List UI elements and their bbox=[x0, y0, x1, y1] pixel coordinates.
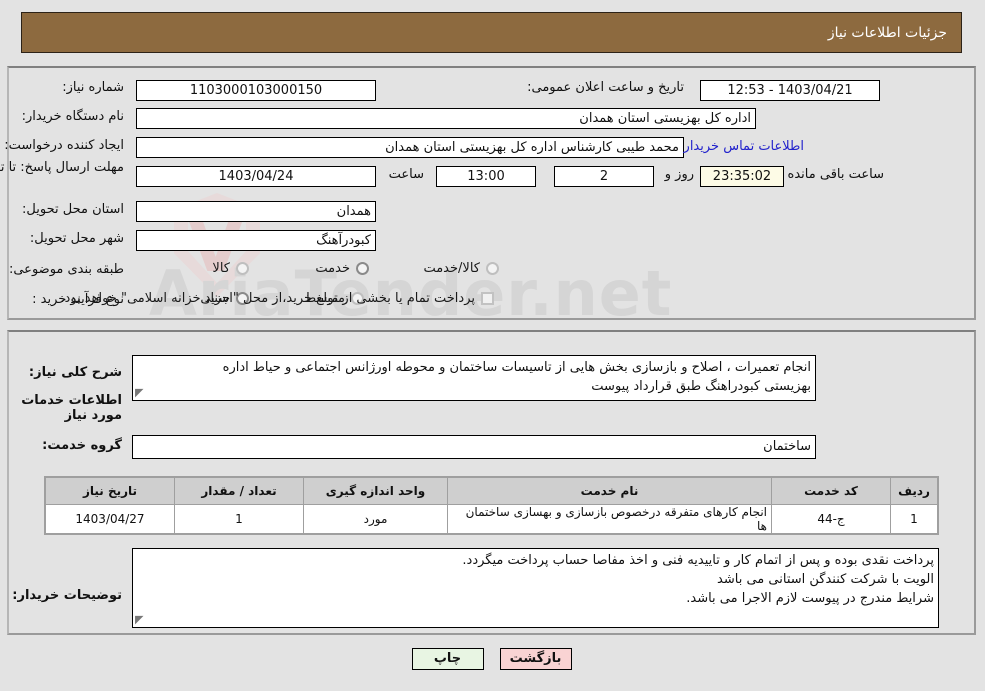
announce-datetime-label-row: تاریخ و ساعت اعلان عمومی: bbox=[528, 80, 685, 95]
city-field[interactable]: کبودرآهنگ bbox=[137, 230, 377, 251]
deadline-time-label: ساعت bbox=[389, 167, 425, 182]
need-number-label: شماره نیاز: bbox=[63, 80, 125, 95]
city-label: شهر محل تحویل: bbox=[30, 231, 125, 246]
cell-date: 1403/04/27 bbox=[46, 504, 176, 534]
creator-field[interactable]: محمد طیبی کارشناس اداره کل بهزیستی استان… bbox=[137, 137, 685, 158]
service-group-label: گروه خدمت: bbox=[43, 438, 123, 453]
notes-line-0: پرداخت نقدی بوده و پس از اتمام کار و تای… bbox=[463, 553, 935, 568]
table-header-row: ردیف کد خدمت نام خدمت واحد اندازه گیری ت… bbox=[46, 477, 939, 505]
buyer-notes-textarea[interactable]: پرداخت نقدی بوده و پس از اتمام کار و تای… bbox=[133, 548, 940, 628]
remaining-days-field[interactable]: 2 bbox=[555, 166, 655, 187]
radio-kala-icon[interactable] bbox=[237, 262, 250, 275]
deadline-date-field[interactable]: 1403/04/24 bbox=[137, 166, 377, 187]
table-row: 1 ج-44 انجام کارهای متفرقه درخصوص بازساز… bbox=[46, 504, 939, 534]
notes-label-row: توضیحات خریدار: bbox=[13, 588, 123, 603]
description-textarea[interactable]: انجام تعمیرات ، اصلاح و بازسازی بخش هایی… bbox=[133, 355, 817, 401]
service-info-heading: اطلاعات خدمات مورد نیاز bbox=[22, 393, 123, 423]
notes-line-2: شرایط مندرج در پیوست لازم الاجرا می باشد… bbox=[687, 591, 935, 606]
treasury-checkbox-label: پرداخت تمام یا بخشی از مبلغ خرید،از محل … bbox=[61, 291, 476, 306]
resize-grip-icon[interactable]: ◥ bbox=[136, 613, 148, 626]
buyer-contact-link[interactable]: اطلاعات تماس خریدار bbox=[685, 139, 805, 154]
category-option-label-2: کالا/خدمت bbox=[424, 261, 481, 276]
category-label-row: طبقه بندی موضوعی: bbox=[10, 262, 125, 277]
category-option-label-1: خدمت bbox=[316, 261, 351, 276]
category-option-label-0: کالا bbox=[213, 261, 231, 276]
remaining-countdown-field: 23:35:02 bbox=[701, 166, 785, 187]
treasury-checkbox-row[interactable]: پرداخت تمام یا بخشی از مبلغ خرید،از محل … bbox=[61, 291, 495, 306]
service-group-label-row: گروه خدمت: bbox=[43, 438, 123, 453]
radio-kala-khedmat-icon[interactable] bbox=[487, 262, 500, 275]
buyer-org-label: نام دستگاه خریدار: bbox=[22, 109, 125, 124]
remaining-days-label: روز و bbox=[665, 167, 695, 182]
back-button[interactable]: بازگشت bbox=[500, 648, 573, 670]
remaining-suffix-label: ساعت باقی مانده bbox=[788, 167, 885, 182]
buyer-org-field[interactable]: اداره کل بهزیستی استان همدان bbox=[137, 108, 757, 129]
deadline-time-field[interactable]: 13:00 bbox=[437, 166, 537, 187]
province-label: استان محل تحویل: bbox=[23, 202, 125, 217]
deadline-time-label-row: ساعت bbox=[390, 167, 425, 182]
description-label-row: شرح کلی نیاز: bbox=[30, 365, 123, 380]
treasury-checkbox-icon[interactable] bbox=[482, 292, 495, 305]
announce-datetime-field[interactable]: 1403/04/21 - 12:53 bbox=[701, 80, 881, 101]
remaining-suffix-row: ساعت باقی مانده bbox=[789, 167, 885, 182]
need-number-label-row: شماره نیاز: bbox=[63, 80, 125, 95]
print-button[interactable]: چاپ bbox=[412, 648, 485, 670]
remaining-days-label-row: روز و bbox=[666, 167, 695, 182]
announce-datetime-label: تاریخ و ساعت اعلان عمومی: bbox=[528, 80, 685, 95]
page-title-text: جزئیات اطلاعات نیاز bbox=[828, 24, 948, 41]
column-header-date: تاریخ نیاز bbox=[46, 477, 176, 505]
column-header-unit: واحد اندازه گیری bbox=[304, 477, 449, 505]
service-group-field[interactable]: ساختمان bbox=[133, 435, 817, 459]
category-option-khedmat[interactable]: خدمت bbox=[316, 261, 370, 276]
services-table: ردیف کد خدمت نام خدمت واحد اندازه گیری ت… bbox=[45, 476, 940, 535]
creator-label: ایجاد کننده درخواست: bbox=[5, 138, 125, 153]
column-header-name: نام خدمت bbox=[448, 477, 773, 505]
footer-button-bar: بازگشت چاپ bbox=[0, 648, 985, 670]
notes-label: توضیحات خریدار: bbox=[13, 588, 123, 603]
category-label: طبقه بندی موضوعی: bbox=[9, 262, 125, 277]
cell-unit: مورد bbox=[304, 504, 449, 534]
province-label-row: استان محل تحویل: bbox=[23, 202, 125, 217]
province-field[interactable]: همدان bbox=[137, 201, 377, 222]
page-title: جزئیات اطلاعات نیاز bbox=[22, 12, 963, 53]
column-header-index: ردیف bbox=[891, 477, 939, 505]
column-header-quantity: تعداد / مقدار bbox=[175, 477, 305, 505]
cell-name: انجام کارهای متفرقه درخصوص بازسازی و بهس… bbox=[448, 504, 773, 534]
cell-quantity: 1 bbox=[175, 504, 305, 534]
category-option-kala[interactable]: کالا bbox=[213, 261, 250, 276]
deadline-label: مهلت ارسال پاسخ: تا تاریخ: bbox=[0, 160, 125, 175]
column-header-code: کد خدمت bbox=[772, 477, 892, 505]
need-info-panel bbox=[8, 66, 977, 320]
description-label: شرح کلی نیاز: bbox=[29, 365, 123, 380]
cell-code: ج-44 bbox=[772, 504, 892, 534]
buyer-org-label-row: نام دستگاه خریدار: bbox=[23, 109, 125, 124]
radio-khedmat-icon[interactable] bbox=[357, 262, 370, 275]
cell-index: 1 bbox=[891, 504, 939, 534]
buyer-contact-link-row: اطلاعات تماس خریدار bbox=[685, 139, 805, 154]
deadline-label-row: مهلت ارسال پاسخ: تا تاریخ: bbox=[0, 160, 125, 176]
description-line-1: بهزیستی کبودراهنگ طبق قرارداد پیوست bbox=[592, 379, 812, 394]
creator-label-row: ایجاد کننده درخواست: bbox=[5, 138, 125, 153]
city-label-row: شهر محل تحویل: bbox=[31, 231, 125, 246]
need-number-field[interactable]: 1103000103000150 bbox=[137, 80, 377, 101]
notes-line-1: الویت با شرکت کنندگن استانی می باشد bbox=[718, 572, 935, 587]
category-option-kala-khedmat[interactable]: کالا/خدمت bbox=[424, 261, 500, 276]
description-line-0: انجام تعمیرات ، اصلاح و بازسازی بخش هایی… bbox=[223, 360, 812, 375]
resize-grip-icon[interactable]: ◥ bbox=[136, 386, 148, 399]
